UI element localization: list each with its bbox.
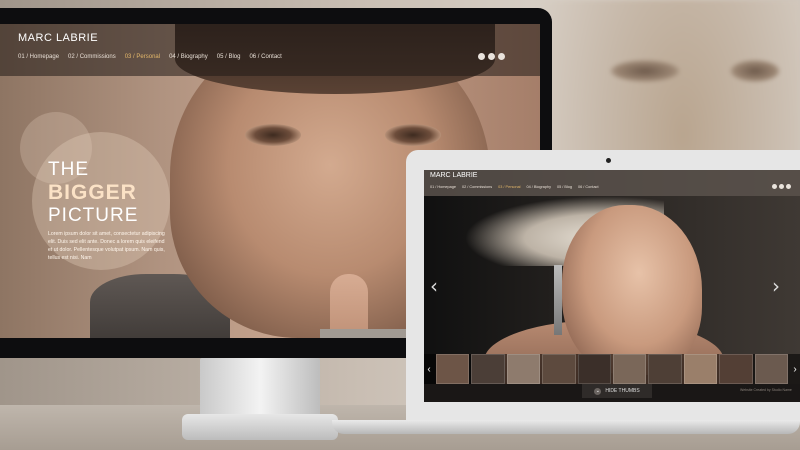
nav-item-personal[interactable]: 03 / Personal (498, 185, 520, 189)
thumbnail[interactable] (577, 354, 612, 384)
thumbnail[interactable] (754, 354, 789, 384)
thumbs-next-icon[interactable]: › (790, 354, 800, 384)
thumbnail[interactable] (542, 354, 576, 384)
background-eye (730, 60, 780, 82)
nav-item-blog[interactable]: 05 / Blog (557, 185, 572, 189)
background-eye (610, 60, 680, 82)
monitor-stand-base (182, 414, 338, 440)
site-logo[interactable]: MARC LABRIE (18, 32, 98, 44)
nav-item-biography[interactable]: 04 / Biography (169, 54, 208, 60)
gallery-prev-arrow-icon[interactable]: ‹ (430, 274, 438, 298)
hero-photo-sleeve (320, 329, 410, 338)
hero-title-line-1: THE (48, 159, 89, 180)
hero-title-line-2: BIGGER (48, 181, 137, 204)
social-icon[interactable] (498, 53, 505, 60)
nav-item-contact[interactable]: 06 / Contact (578, 185, 598, 189)
gallery-photo-earring (554, 265, 562, 335)
site-logo[interactable]: MARC LABRIE (430, 172, 477, 179)
thumbnail-strip: ‹ › (424, 354, 800, 384)
hero-body-text: Lorem ipsum dolor sit amet, consectetur … (48, 231, 165, 261)
hero-photo-eye (385, 124, 441, 146)
gallery-next-arrow-icon[interactable]: › (772, 274, 780, 298)
thumbnail[interactable] (613, 354, 647, 384)
thumbnail[interactable] (471, 354, 505, 384)
hero-photo-eye (245, 124, 301, 146)
laptop-screen: MARC LABRIE 01 / Homepage 02 / Commissio… (424, 170, 800, 402)
social-icon[interactable] (772, 184, 777, 189)
laptop-base (332, 420, 800, 434)
social-links (478, 53, 505, 60)
thumbnail[interactable] (719, 354, 753, 384)
laptop: MARC LABRIE 01 / Homepage 02 / Commissio… (406, 150, 800, 422)
social-icon[interactable] (488, 53, 495, 60)
social-icon[interactable] (478, 53, 485, 60)
gallery-photo-face (562, 205, 702, 375)
nav-item-personal[interactable]: 03 / Personal (125, 54, 160, 60)
nav-item-commissions[interactable]: 02 / Commissions (68, 54, 116, 60)
nav-item-contact[interactable]: 06 / Contact (249, 54, 281, 60)
nav-item-homepage[interactable]: 01 / Homepage (18, 54, 59, 60)
thumbnail[interactable] (683, 354, 718, 384)
site-header: MARC LABRIE 01 / Homepage 02 / Commissio… (0, 24, 540, 76)
nav-item-biography[interactable]: 04 / Biography (527, 185, 552, 189)
social-links (772, 184, 791, 189)
thumbs-prev-icon[interactable]: ‹ (424, 354, 434, 384)
thumbnail[interactable] (436, 354, 470, 384)
hide-thumbs-label: HIDE THUMBS (605, 388, 640, 394)
chevron-down-icon: ⌄ (594, 387, 602, 395)
thumbnail[interactable] (506, 354, 541, 384)
hero-title-line-3: PICTURE (48, 205, 139, 226)
monitor-stand-neck (200, 358, 320, 420)
hide-thumbs-button[interactable]: ⌄ HIDE THUMBS (582, 384, 652, 398)
camera-icon (606, 158, 611, 163)
main-nav: 01 / Homepage 02 / Commissions 03 / Pers… (18, 54, 282, 60)
nav-item-blog[interactable]: 05 / Blog (217, 54, 241, 60)
social-icon[interactable] (779, 184, 784, 189)
nav-item-homepage[interactable]: 01 / Homepage (430, 185, 456, 189)
footer-credit: Website Created by Studio Name (740, 388, 792, 392)
site-header: MARC LABRIE 01 / Homepage 02 / Commissio… (424, 170, 800, 196)
nav-item-commissions[interactable]: 02 / Commissions (462, 185, 492, 189)
main-nav: 01 / Homepage 02 / Commissions 03 / Pers… (430, 185, 599, 189)
thumbnail[interactable] (648, 354, 682, 384)
social-icon[interactable] (786, 184, 791, 189)
